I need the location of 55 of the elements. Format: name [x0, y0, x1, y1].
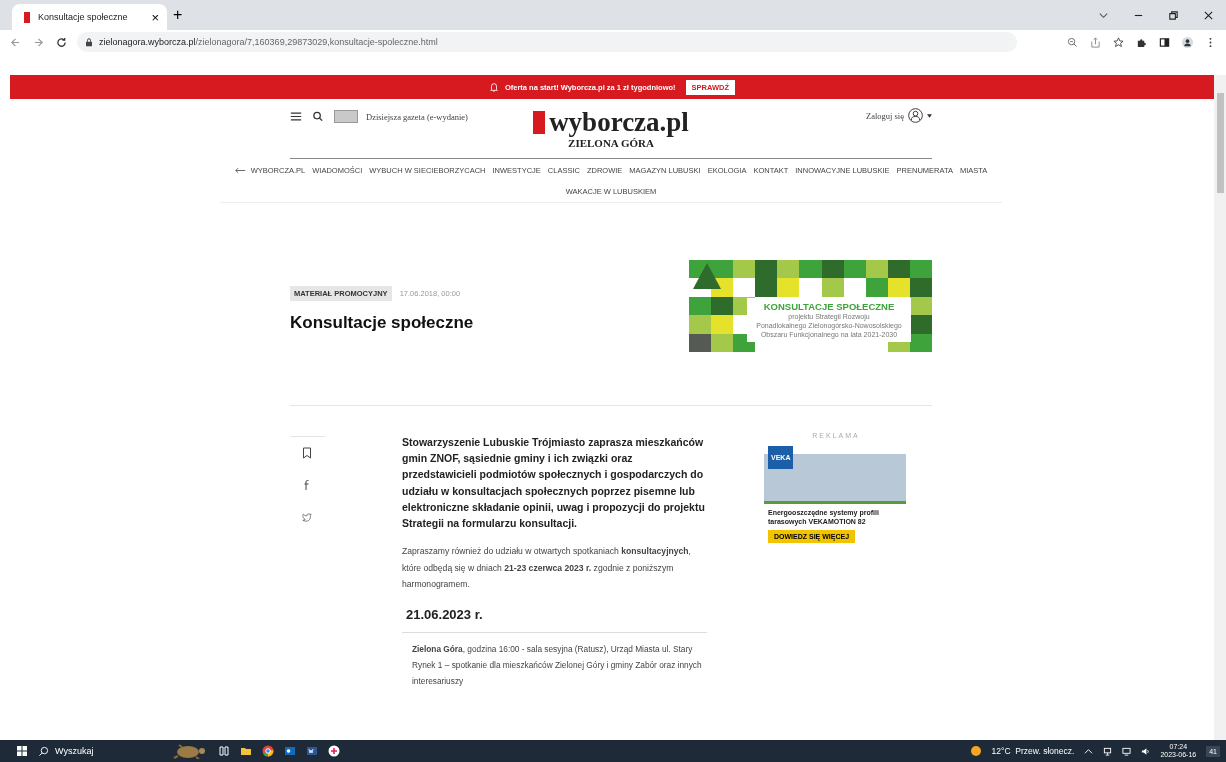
speaker-icon[interactable]	[1141, 746, 1151, 756]
task-view-icon[interactable]	[218, 745, 230, 757]
new-tab-button[interactable]: +	[167, 7, 189, 23]
search-icon[interactable]	[312, 111, 324, 122]
search-icon	[38, 745, 49, 757]
address-bar[interactable]: zielonagora.wyborcza.pl/zielonagora/7,160369,29873029,konsultacje-spoleczne.html	[77, 32, 1017, 52]
chat-app-icon[interactable]	[328, 745, 340, 757]
weather-text[interactable]: 12°C Przew. słonecz.	[991, 746, 1075, 756]
schedule-item: Zielona Góra, godzina 16:00 - sala sesyjna (Ratusz), Urząd Miasta ul. Stary Rynek 1 – spotkanie dla mieszkańców Zielonej Góry i gminy Zabór oraz innych interesariuszy	[411, 642, 703, 688]
logo-mark	[533, 110, 546, 134]
star-icon[interactable]	[1113, 36, 1124, 48]
site-logo[interactable]: wyborcza.pl	[549, 108, 689, 136]
back-arrow-icon[interactable]	[10, 36, 21, 48]
scrollbar[interactable]	[1214, 75, 1226, 740]
tab-title[interactable]: Konsultacje społeczne	[38, 12, 144, 22]
city-name: ZIELONA GÓRA	[568, 137, 654, 149]
article-title: Konsultacje społeczne	[290, 312, 474, 333]
bookmark-icon[interactable]	[302, 447, 312, 459]
bell-icon	[488, 82, 499, 92]
profile-icon[interactable]	[1182, 36, 1193, 48]
lead-paragraph: Stowarzyszenie Lubuskie Trójmiasto zaprasza mieszkańców gmin ZNOF, sąsiednie gminy i ich związki oraz przedstawicieli podmiotów społecznych i gospodarczych do udziału w konsultacjach społecznych poprzez pisemne lub elektroniczne składanie opinii, uwag i propozycji do projektu Strategii na formularzu konsultacji.	[402, 435, 706, 531]
favicon-icon	[24, 11, 30, 23]
folder-icon[interactable]	[240, 745, 252, 757]
restore-icon[interactable]	[1168, 9, 1179, 21]
menu-icon[interactable]	[290, 111, 302, 122]
user-icon[interactable]	[908, 108, 923, 123]
banner-title: KONSULTACJE SPOŁECZNE	[763, 301, 895, 312]
taskbar-search-field[interactable]: Wyszukaj	[38, 745, 158, 757]
monitor-icon[interactable]	[1122, 746, 1132, 756]
back-arrow-icon	[234, 167, 246, 174]
reload-icon[interactable]	[56, 36, 67, 48]
windows-start-icon[interactable]	[16, 745, 28, 757]
chrome-icon[interactable]	[262, 745, 274, 757]
puzzle-icon[interactable]	[1136, 36, 1147, 48]
side-panel-icon[interactable]	[1159, 36, 1170, 48]
date-heading: 21.06.2023 r.	[406, 606, 484, 622]
twitter-icon[interactable]	[302, 511, 312, 523]
close-icon[interactable]	[1203, 9, 1214, 21]
caret-icon[interactable]	[927, 113, 932, 118]
facebook-icon[interactable]	[302, 479, 312, 491]
close-tab-button[interactable]: ×	[151, 10, 159, 24]
body-paragraph: Zapraszamy również do udziału w otwartych spotkaniach konsultacyjnych, które odbędą się w dniach 21-23 czerwca 2023 r. zgodnie z poniższym harmonogramem.	[402, 545, 692, 592]
weather-sun-icon[interactable]	[969, 745, 982, 757]
newspaper-thumbnail[interactable]	[334, 110, 358, 123]
e-edition-link[interactable]: Dzisiejsza gazeta (e-wydanie)	[366, 111, 468, 122]
triangle-logo-icon	[693, 263, 721, 289]
chevron-up-icon[interactable]	[1084, 746, 1094, 756]
document-app-icon[interactable]	[306, 745, 318, 757]
lock-icon	[85, 37, 93, 47]
forward-arrow-icon[interactable]	[33, 36, 44, 48]
zoom-icon[interactable]	[1067, 36, 1078, 48]
login-link[interactable]: Zaloguj się	[866, 110, 904, 121]
network-icon[interactable]	[1103, 746, 1113, 756]
mail-app-icon[interactable]	[284, 745, 296, 757]
share-icon[interactable]	[1090, 36, 1101, 48]
